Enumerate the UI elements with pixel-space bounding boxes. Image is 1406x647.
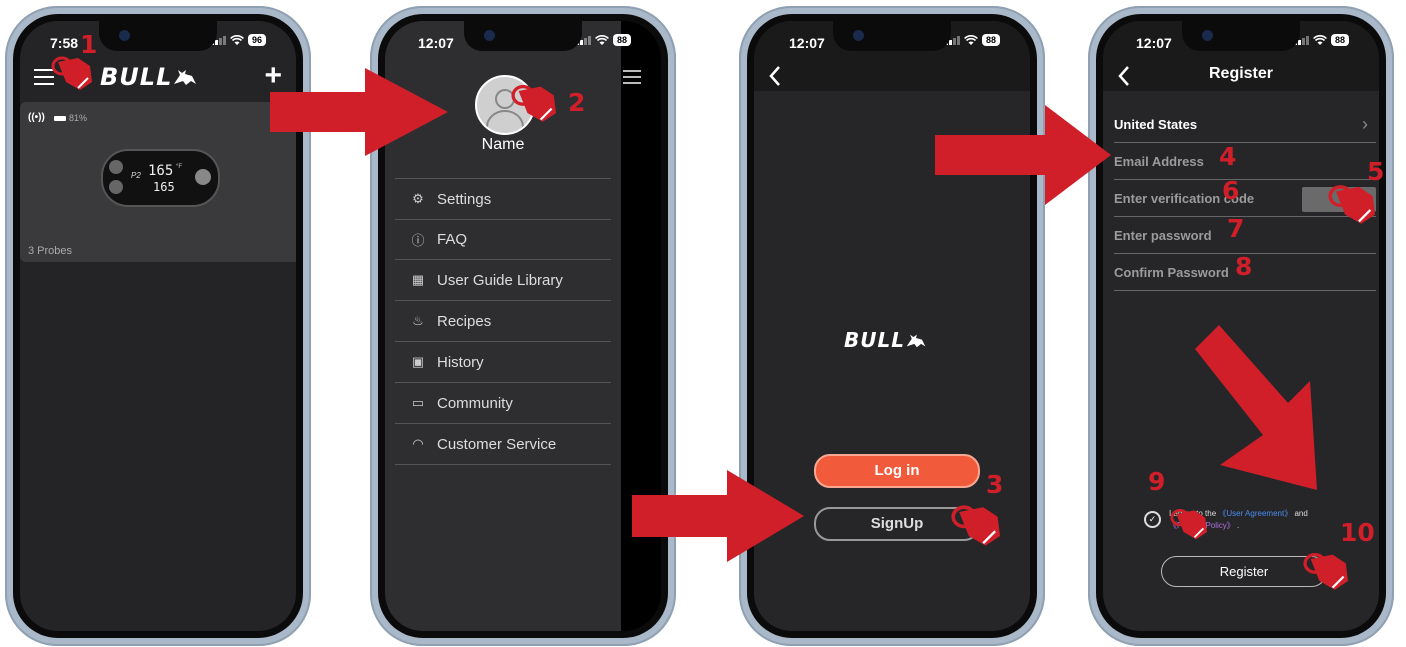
pointing-hand-icon [1328, 185, 1375, 224]
email-field[interactable]: Email Address [1114, 143, 1376, 180]
step-number-4: 4 [1219, 142, 1237, 171]
display-temp-bottom: 165 [153, 180, 175, 194]
step-number-7: 7 [1227, 214, 1245, 243]
probe-count: 3 Probes [28, 245, 73, 257]
wifi-icon [1313, 34, 1327, 45]
display-unit: °F [176, 164, 183, 170]
display-temp-top: 165 [148, 163, 174, 179]
wifi-icon [964, 34, 978, 45]
status-time: 7:58 [50, 35, 79, 51]
camera-icon [1202, 30, 1213, 41]
pointing-hand-icon [511, 84, 556, 122]
agree-checkbox[interactable]: ✓ [1144, 511, 1161, 528]
arrow-to-register-button [1195, 325, 1317, 490]
pointing-hand-icon [951, 505, 1000, 546]
menu-item-label: FAQ [437, 230, 468, 248]
battery-icon: 88 [981, 34, 1000, 46]
pointing-hand-icon [1170, 509, 1207, 540]
brand-logo: BULL [844, 328, 927, 352]
camera-icon [119, 30, 130, 41]
arrow-to-screen2 [270, 68, 448, 156]
headset-icon: ◠ [412, 436, 424, 451]
bull-logo-icon [174, 70, 197, 85]
wireless-icon: ((•)) [28, 112, 45, 123]
notch [99, 21, 217, 51]
arrow-to-register-form [935, 105, 1111, 205]
battery-icon: 88 [1330, 34, 1349, 46]
notch [464, 21, 582, 51]
device-battery-level: 81% [69, 113, 88, 123]
wifi-icon [595, 34, 609, 45]
menu-item-user-guide-library[interactable]: ▦ User Guide Library [395, 260, 611, 301]
menu-item-label: Recipes [437, 312, 492, 330]
phone-frame-1: 7:58 96 BULL + ((•)) 81% S P2 [5, 6, 311, 646]
menu-item-label: Community [437, 394, 513, 412]
grid-icon: ▦ [411, 272, 425, 287]
battery-icon: 88 [612, 34, 631, 46]
device-battery-icon [54, 116, 66, 121]
menu-item-label: Settings [437, 190, 492, 208]
wifi-icon [230, 34, 244, 45]
phone-bezel: 7:58 96 BULL + ((•)) 81% S P2 [13, 14, 303, 638]
pointing-hand-icon [1303, 552, 1348, 590]
display-p2-label: P2 [131, 171, 141, 180]
menu-item-label: User Guide Library [437, 271, 563, 289]
hamburger-menu-icon[interactable] [623, 70, 641, 84]
confirm-placeholder: Confirm Password [1114, 264, 1229, 280]
step-number-5: 5 [1367, 157, 1385, 186]
device-card[interactable]: ((•)) 81% S P2 165 °F 165 3 Probes [20, 102, 296, 262]
email-placeholder: Email Address [1114, 153, 1204, 169]
status-time: 12:07 [789, 35, 825, 51]
step-number-1: 1 [80, 30, 98, 59]
arrow-to-signup [632, 470, 804, 562]
question-icon: ⓘ [411, 232, 425, 248]
thermometer-display-image: P2 165 °F 165 [101, 149, 220, 207]
chat-icon: ▭ [411, 395, 425, 410]
chevron-right-icon: › [1362, 113, 1368, 134]
notch [833, 21, 951, 51]
step-number-9: 9 [1148, 467, 1166, 496]
step-number-10: 10 [1340, 518, 1375, 547]
menu-item-settings[interactable]: ⚙ Settings [395, 178, 611, 220]
country-selector[interactable]: United States › [1114, 106, 1376, 143]
step-number-6: 6 [1222, 176, 1240, 205]
status-time: 12:07 [1136, 35, 1172, 51]
menu-item-history[interactable]: ▣ History [395, 342, 611, 383]
device-list-screen: 7:58 96 BULL + ((•)) 81% S P2 [20, 21, 296, 631]
country-value: United States [1114, 116, 1198, 132]
step-number-3: 3 [986, 470, 1004, 499]
brand-logo: BULL [100, 63, 198, 91]
user-agreement-link[interactable]: 《User Agreement》 [1218, 509, 1292, 518]
page-title: Register [1208, 65, 1274, 82]
step-number-8: 8 [1235, 252, 1253, 281]
camera-icon [853, 30, 864, 41]
menu-item-label: History [437, 353, 484, 371]
menu-item-customer-service[interactable]: ◠ Customer Service [395, 424, 611, 465]
password-placeholder: Enter password [1114, 227, 1212, 243]
camera-icon [484, 30, 495, 41]
probe-button-p1 [109, 160, 123, 174]
back-arrow-icon[interactable] [768, 65, 782, 87]
notch [1182, 21, 1300, 51]
and-text: and [1294, 509, 1308, 518]
menu-item-faq[interactable]: ⓘ FAQ [395, 219, 611, 260]
period-text: . [1237, 521, 1240, 530]
probe-button-p2 [109, 180, 123, 194]
bull-logo-icon [906, 334, 926, 347]
display-dial [195, 169, 211, 185]
brand-logo-text: BULL [844, 328, 905, 352]
login-button[interactable]: Log in [814, 454, 980, 488]
step-number-2: 2 [568, 88, 586, 117]
menu-item-recipes[interactable]: ♨ Recipes [395, 301, 611, 342]
menu-item-community[interactable]: ▭ Community [395, 383, 611, 424]
brand-logo-text: BULL [100, 63, 173, 91]
menu-item-label: Customer Service [437, 435, 557, 453]
gear-icon: ⚙ [412, 191, 424, 206]
status-time: 12:07 [418, 35, 454, 51]
chef-hat-icon: ♨ [412, 313, 424, 328]
battery-icon: 96 [247, 34, 266, 46]
image-icon: ▣ [411, 354, 425, 369]
